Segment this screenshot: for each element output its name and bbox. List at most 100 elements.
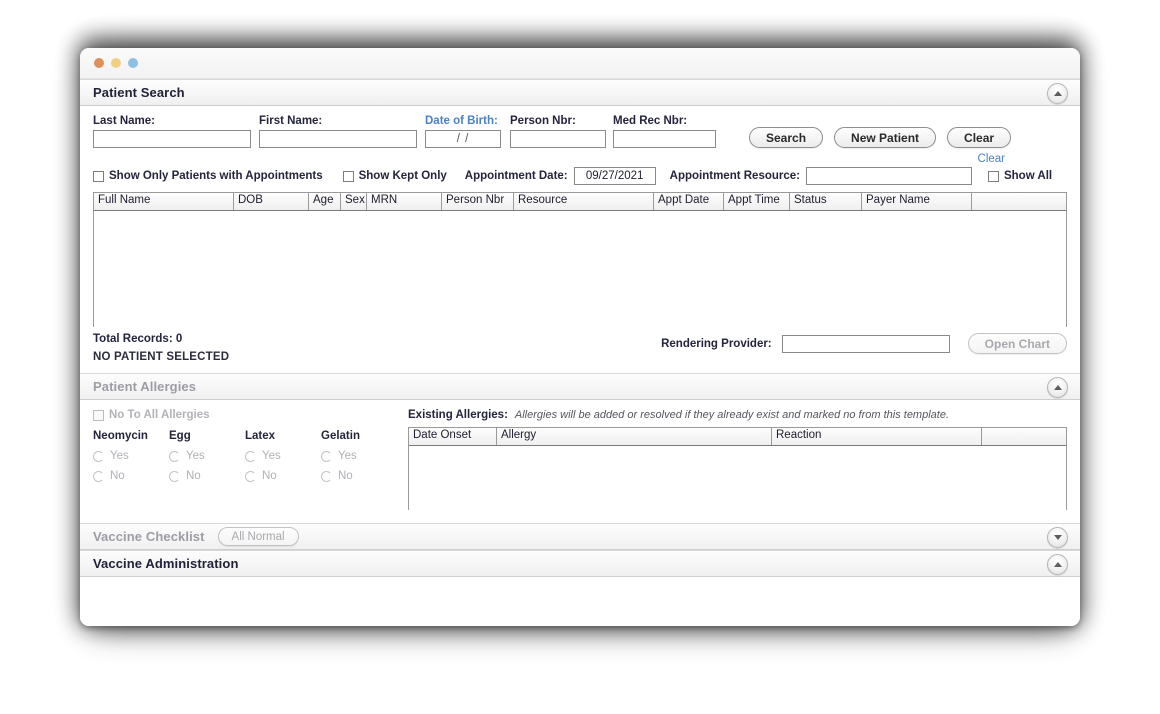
patient-allergies-panel: No To All Allergies NeomycinYesNoEggYesN… [80, 400, 1080, 510]
existing-allergies-header-row: Date OnsetAllergyReaction [409, 428, 1066, 446]
rendering-provider-input[interactable] [782, 335, 950, 353]
section-header-patient-allergies[interactable]: Patient Allergies [80, 373, 1080, 400]
existing-allergies-label: Existing Allergies: [408, 409, 508, 421]
vaccine-checklist-title: Vaccine Checklist [93, 529, 205, 544]
allergen-no-radio[interactable]: No [321, 470, 397, 482]
column-header[interactable]: Sex [341, 193, 367, 210]
med-rec-nbr-input[interactable] [613, 130, 716, 148]
minimize-window-button[interactable] [111, 58, 121, 68]
allergen-no-radio[interactable]: No [245, 470, 321, 482]
allergen-name: Egg [169, 430, 245, 442]
column-header[interactable]: Allergy [497, 428, 772, 445]
last-name-input[interactable] [93, 130, 251, 148]
person-nbr-label: Person Nbr: [510, 115, 613, 127]
column-header[interactable]: Appt Date [654, 193, 724, 210]
application-body: Patient Search Last Name: First Name: Da… [80, 79, 1080, 626]
chevron-up-icon-patient-search[interactable] [1047, 83, 1068, 104]
allergen-yes-label: Yes [110, 450, 129, 462]
column-header[interactable]: Reaction [772, 428, 982, 445]
allergen-no-label: No [338, 470, 353, 482]
first-name-label: First Name: [259, 115, 425, 127]
show-kept-only-label: Show Kept Only [359, 170, 447, 182]
column-header[interactable]: Resource [514, 193, 654, 210]
record-status-group: Total Records: 0 NO PATIENT SELECTED [93, 333, 229, 363]
open-chart-button[interactable]: Open Chart [968, 333, 1067, 354]
chevron-down-icon-vaccine-checklist[interactable] [1047, 527, 1068, 548]
allergen-yes-radio[interactable]: Yes [169, 450, 245, 462]
last-name-label: Last Name: [93, 115, 259, 127]
patient-results-header-row: Full NameDOBAgeSexMRNPerson NbrResourceA… [94, 193, 1066, 211]
appointment-resource-input[interactable] [806, 167, 972, 185]
total-records-label: Total Records: 0 [93, 333, 229, 345]
checkbox-box [343, 171, 354, 182]
patient-selected-status: NO PATIENT SELECTED [93, 351, 229, 363]
existing-allergies-body[interactable] [409, 446, 1066, 511]
allergen-yes-radio[interactable]: Yes [93, 450, 169, 462]
appointment-resource-label: Appointment Resource: [670, 170, 800, 182]
allergen-yes-radio[interactable]: Yes [321, 450, 397, 462]
column-header[interactable]: Status [790, 193, 862, 210]
date-of-birth-label[interactable]: Date of Birth: [425, 115, 510, 127]
patient-results-body[interactable] [94, 211, 1066, 328]
radio-circle [245, 471, 256, 482]
column-header[interactable]: Date Onset [409, 428, 497, 445]
no-to-all-allergies-checkbox[interactable]: No To All Allergies [93, 409, 398, 421]
column-header[interactable]: Age [309, 193, 341, 210]
allergen-yes-radio[interactable]: Yes [245, 450, 321, 462]
close-window-button[interactable] [94, 58, 104, 68]
rendering-provider-label: Rendering Provider: [661, 338, 772, 350]
checkbox-box [93, 171, 104, 182]
med-rec-nbr-label: Med Rec Nbr: [613, 115, 723, 127]
allergen-no-label: No [262, 470, 277, 482]
radio-circle [321, 471, 332, 482]
date-of-birth-input[interactable] [425, 130, 501, 148]
column-header[interactable]: DOB [234, 193, 309, 210]
rendering-provider-group: Rendering Provider: Open Chart [661, 333, 1067, 354]
med-rec-nbr-group: Med Rec Nbr: [613, 115, 723, 148]
maximize-window-button[interactable] [128, 58, 138, 68]
application-window: Patient Search Last Name: First Name: Da… [80, 48, 1080, 626]
section-header-vaccine-administration[interactable]: Vaccine Administration [80, 550, 1080, 577]
chevron-up-icon-vaccine-administration[interactable] [1047, 554, 1068, 575]
allergen-no-label: No [186, 470, 201, 482]
allergen-no-radio[interactable]: No [169, 470, 245, 482]
column-header[interactable]: MRN [367, 193, 442, 210]
window-titlebar [80, 48, 1080, 79]
show-all-label: Show All [1004, 170, 1052, 182]
section-header-vaccine-checklist[interactable]: Vaccine Checklist All Normal [80, 523, 1080, 550]
person-nbr-group: Person Nbr: [510, 115, 613, 148]
triangle-up-glyph [1054, 91, 1062, 96]
chevron-up-icon-patient-allergies[interactable] [1047, 377, 1068, 398]
person-nbr-input[interactable] [510, 130, 606, 148]
allergen-no-radio[interactable]: No [93, 470, 169, 482]
existing-allergies-grid[interactable]: Date OnsetAllergyReaction [408, 427, 1067, 510]
allergen-column-latex: LatexYesNo [245, 430, 321, 482]
patient-search-panel: Last Name: First Name: Date of Birth: Pe… [80, 106, 1080, 363]
radio-circle [93, 471, 104, 482]
last-name-group: Last Name: [93, 115, 259, 148]
triangle-down-glyph [1054, 535, 1062, 540]
clear-button[interactable]: Clear [947, 127, 1011, 148]
allergen-yes-label: Yes [338, 450, 357, 462]
column-header-filler [972, 193, 1066, 210]
clear-link[interactable]: Clear [978, 153, 1005, 165]
search-filters-row: Show Only Patients with Appointments Sho… [93, 167, 1067, 185]
show-only-with-appointments-label: Show Only Patients with Appointments [109, 170, 323, 182]
patient-results-grid[interactable]: Full NameDOBAgeSexMRNPerson NbrResourceA… [93, 192, 1067, 327]
appointment-date-input[interactable] [574, 167, 656, 185]
column-header[interactable]: Person Nbr [442, 193, 514, 210]
all-normal-button[interactable]: All Normal [218, 527, 299, 546]
checkbox-box [93, 410, 104, 421]
existing-allergies-heading: Existing Allergies: Allergies will be ad… [408, 409, 1067, 421]
new-patient-button[interactable]: New Patient [834, 127, 936, 148]
column-header[interactable]: Appt Time [724, 193, 790, 210]
column-header[interactable]: Full Name [94, 193, 234, 210]
column-header[interactable]: Payer Name [862, 193, 972, 210]
show-all-checkbox[interactable]: Show All [988, 170, 1052, 182]
show-kept-only-checkbox[interactable]: Show Kept Only [343, 170, 447, 182]
first-name-input[interactable] [259, 130, 417, 148]
section-header-patient-search[interactable]: Patient Search [80, 79, 1080, 106]
allergen-selection-group: No To All Allergies NeomycinYesNoEggYesN… [93, 409, 398, 510]
show-only-with-appointments-checkbox[interactable]: Show Only Patients with Appointments [93, 170, 323, 182]
search-button[interactable]: Search [749, 127, 823, 148]
